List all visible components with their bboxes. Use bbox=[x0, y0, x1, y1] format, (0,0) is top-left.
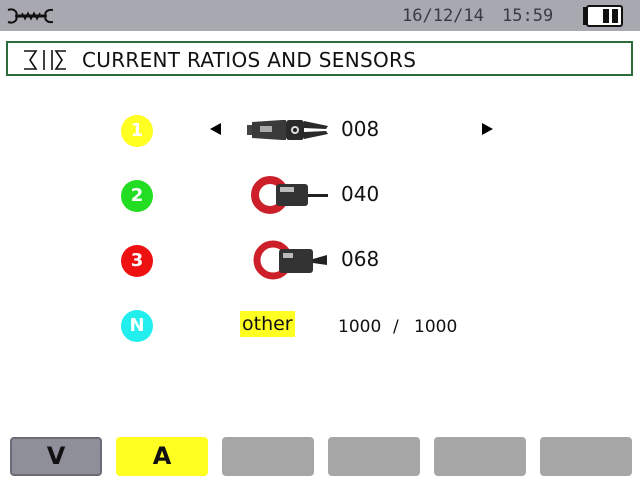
battery-icon bbox=[583, 5, 623, 27]
softkey-6[interactable] bbox=[540, 437, 632, 476]
sensor-code-1[interactable]: 008 bbox=[341, 117, 379, 141]
clamp-icon bbox=[251, 176, 328, 214]
page-header: CURRENT RATIOS AND SENSORS bbox=[6, 41, 633, 76]
flex-clamp-icon bbox=[247, 120, 328, 140]
channel-n-badge: N bbox=[121, 310, 153, 342]
status-time: 15:59 bbox=[502, 6, 554, 26]
clamp-icon bbox=[253, 240, 327, 280]
status-date: 16/12/14 bbox=[402, 6, 484, 26]
sensor-code-3[interactable]: 068 bbox=[341, 247, 379, 271]
softkey-current[interactable]: A bbox=[116, 437, 208, 476]
channel-3-badge: 3 bbox=[121, 245, 153, 277]
softkey-3[interactable] bbox=[222, 437, 314, 476]
channel-2-badge: 2 bbox=[121, 180, 153, 212]
previous-sensor-arrow-icon[interactable] bbox=[210, 123, 221, 135]
softkey-voltage[interactable]: V bbox=[10, 437, 102, 476]
channel-1-badge: 1 bbox=[121, 115, 153, 147]
page-title: CURRENT RATIOS AND SENSORS bbox=[82, 48, 417, 72]
wrench-settings-icon[interactable] bbox=[6, 6, 56, 26]
sensor-type-other[interactable]: other bbox=[240, 311, 295, 337]
next-sensor-arrow-icon[interactable] bbox=[482, 123, 493, 135]
ratio-primary[interactable]: 1000 bbox=[338, 316, 381, 338]
status-bar: 16/12/14 15:59 bbox=[0, 0, 640, 31]
softkey-4[interactable] bbox=[328, 437, 420, 476]
softkey-5[interactable] bbox=[434, 437, 526, 476]
sensor-code-2[interactable]: 040 bbox=[341, 182, 379, 206]
ratio-separator: / bbox=[393, 317, 399, 337]
ratio-secondary[interactable]: 1000 bbox=[414, 316, 457, 338]
current-sensor-icon bbox=[24, 50, 66, 70]
